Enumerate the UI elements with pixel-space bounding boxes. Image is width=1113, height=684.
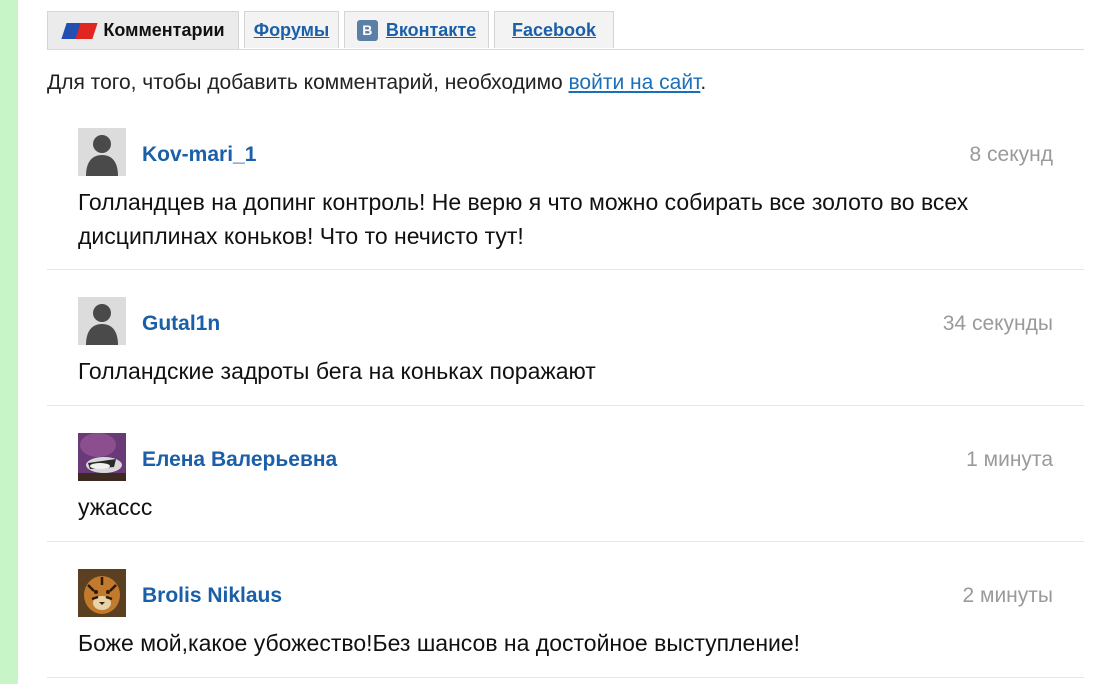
comment-text: Голландские задроты бега на коньках пора… xyxy=(78,358,596,384)
comment-text: Боже мой,какое убожество!Без шансов на д… xyxy=(78,630,801,656)
default-user-icon[interactable] xyxy=(78,297,126,345)
comment-author[interactable]: Gutal1n xyxy=(142,312,220,336)
tab-vkontakte-label: Вконтакте xyxy=(385,19,477,40)
vk-icon: В xyxy=(356,19,378,41)
comment-item: Елена Валерьевна 1 минута ужассс xyxy=(47,406,1084,542)
comments-widget: Комментарии Форумы В Вконтакте Facebook … xyxy=(47,0,1084,678)
tab-comments[interactable]: Комментарии xyxy=(47,11,239,49)
comment-item: Gutal1n 34 секунды Голландские задроты б… xyxy=(47,270,1084,406)
comment-text: ужассс xyxy=(78,494,153,520)
login-notice-suffix: . xyxy=(700,71,707,94)
comments-tabs: Комментарии Форумы В Вконтакте Facebook xyxy=(47,0,1084,50)
tab-forums-label: Форумы xyxy=(253,19,330,40)
tab-comments-label: Комментарии xyxy=(103,20,225,40)
comment-author[interactable]: Елена Валерьевна xyxy=(142,448,337,472)
tab-facebook-label: Facebook xyxy=(511,19,597,40)
photo-avatar[interactable] xyxy=(78,433,126,481)
left-sidebar-strip xyxy=(0,0,18,684)
site-logo-icon xyxy=(61,22,98,39)
login-link[interactable]: войти на сайт xyxy=(569,71,701,94)
tab-facebook[interactable]: Facebook xyxy=(494,11,614,48)
login-notice: Для того, чтобы добавить комментарий, не… xyxy=(47,71,706,95)
tiger-photo-avatar[interactable] xyxy=(78,569,126,617)
comment-time: 8 секунд xyxy=(969,143,1053,166)
comment-time: 2 минуты xyxy=(962,584,1054,607)
comment-author[interactable]: Brolis Niklaus xyxy=(142,584,282,608)
comment-item: Brolis Niklaus 2 минуты Боже мой,какое у… xyxy=(47,542,1084,678)
login-notice-text: Для того, чтобы добавить комментарий, не… xyxy=(47,71,569,94)
tab-vkontakte[interactable]: В Вконтакте xyxy=(344,11,489,48)
tab-forums[interactable]: Форумы xyxy=(244,11,339,48)
comment-time: 1 минута xyxy=(966,448,1053,471)
comment-time: 34 секунды xyxy=(942,312,1053,335)
comment-author[interactable]: Kov-mari_1 xyxy=(142,143,256,167)
comment-item: Kov-mari_1 8 секунд Голландцев на допинг… xyxy=(47,108,1084,270)
comment-text: Голландцев на допинг контроль! Не верю я… xyxy=(78,189,969,249)
default-user-icon[interactable] xyxy=(78,128,126,176)
